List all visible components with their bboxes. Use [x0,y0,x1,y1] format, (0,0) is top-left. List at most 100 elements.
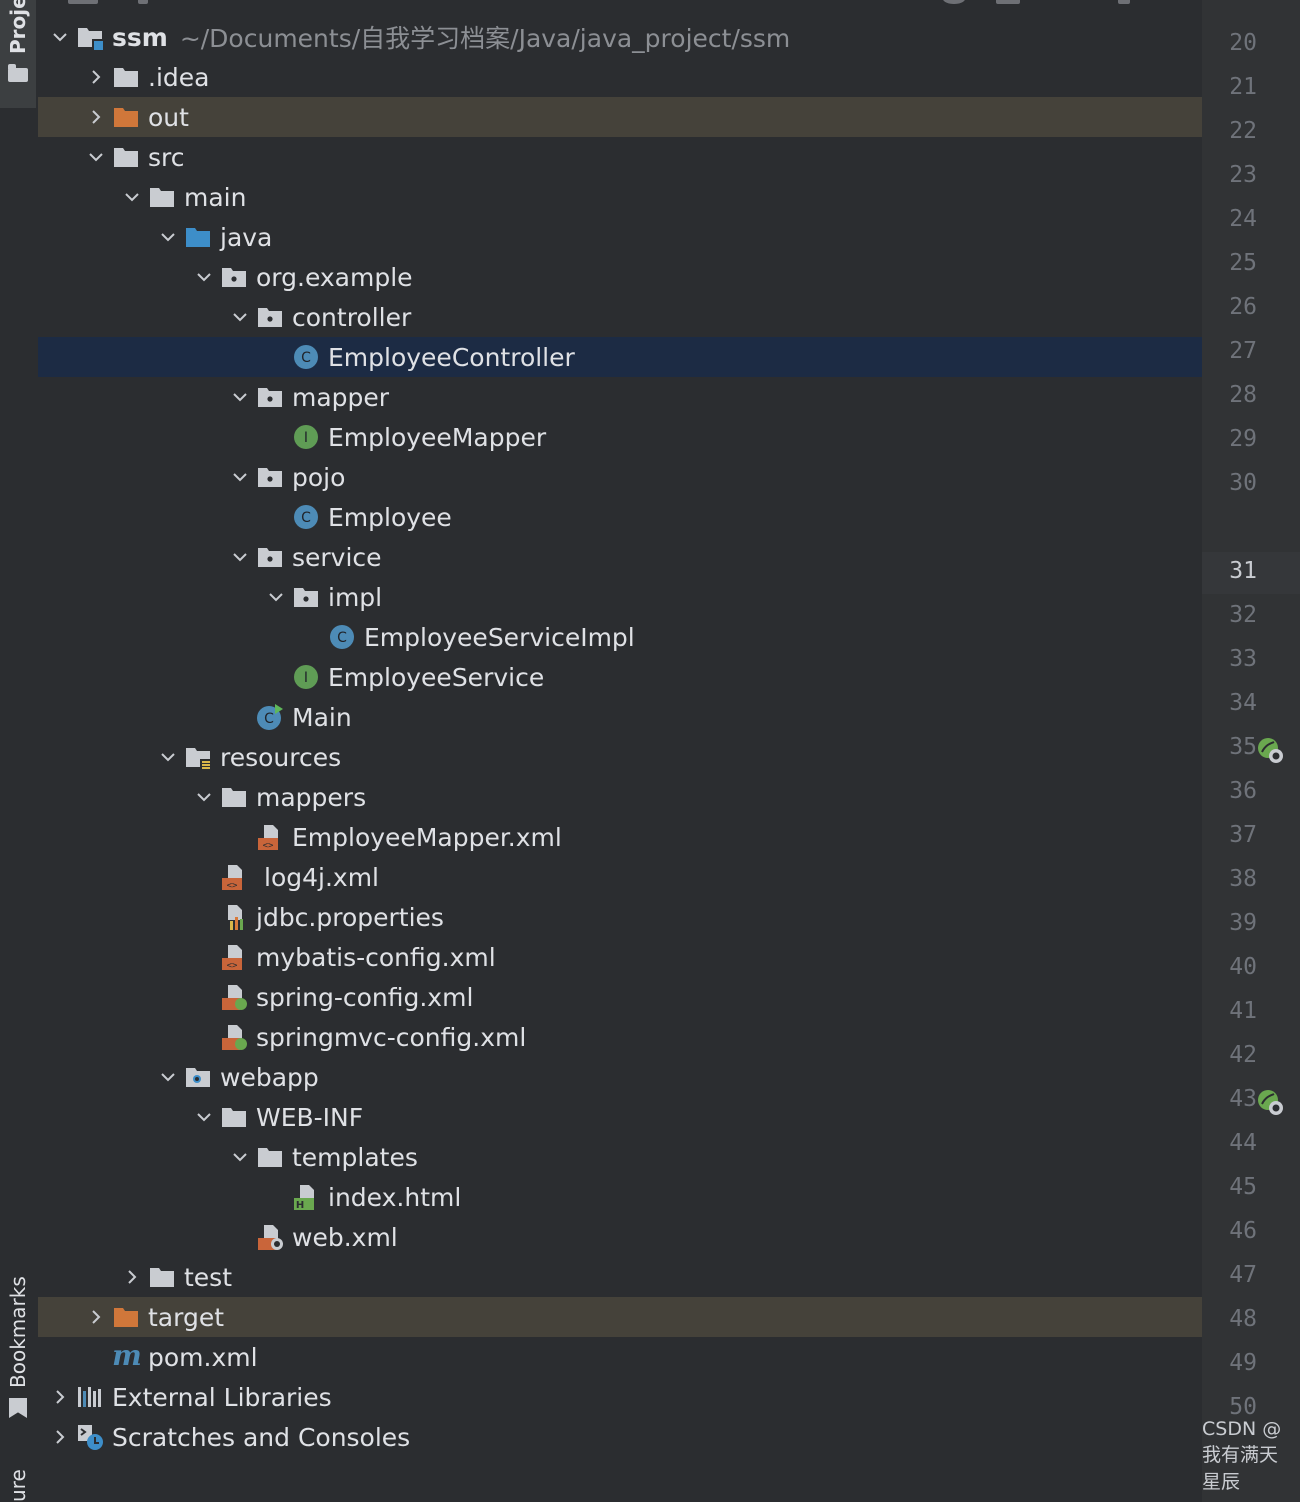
chevron-down-icon[interactable] [192,1097,216,1137]
line-number: 22 [1229,118,1257,144]
scratches-icon [76,1423,104,1451]
line-number: 28 [1229,382,1257,408]
chevron-right-icon[interactable] [48,1377,72,1417]
tree-row[interactable]: java [38,217,1202,257]
bookmark-icon [9,1398,27,1418]
tree-item-label: pom.xml [148,1342,258,1372]
properties-file-icon [220,903,248,931]
interface-icon: I [292,423,320,451]
line-number: 40 [1229,954,1257,980]
project-tool-tab[interactable]: Proje [0,0,36,108]
project-tree[interactable]: ssm ~/Documents/自我学习档案/Java/java_project/… [38,0,1202,1502]
tree-row[interactable]: .idea [38,57,1202,97]
chevron-down-icon[interactable] [84,137,108,177]
tree-row[interactable]: mapper [38,377,1202,417]
libraries-icon [76,1383,104,1411]
tree-row[interactable]: Scratches and Consoles [38,1417,1202,1457]
chevron-down-icon[interactable] [156,737,180,777]
line-number: 33 [1229,646,1257,672]
structure-tool-tab[interactable]: ure [0,1455,36,1502]
tool-window-stripe: Proje Bookmarks ure [0,0,39,1502]
arrow-spacer [228,1217,252,1257]
tree-row[interactable]: WEB-INF [38,1097,1202,1137]
tree-row[interactable]: C Employee [38,497,1202,537]
tree-row[interactable]: jdbc.properties [38,897,1202,937]
tree-row[interactable]: main [38,177,1202,217]
arrow-spacer [264,417,288,457]
tree-row[interactable]: <> mybatis-config.xml [38,937,1202,977]
spring-bean-gutter-icon[interactable] [1256,1088,1284,1116]
tree-row[interactable]: spring-config.xml [38,977,1202,1017]
chevron-down-icon[interactable] [48,17,72,57]
arrow-spacer [300,617,324,657]
tree-row[interactable]: C EmployeeServiceImpl [38,617,1202,657]
chevron-down-icon[interactable] [228,377,252,417]
chevron-down-icon[interactable] [156,1057,180,1097]
package-icon [256,543,284,571]
tree-item-label: EmployeeMapper [328,422,547,452]
tree-row[interactable]: C EmployeeController [38,337,1202,377]
class-icon: C [292,343,320,371]
tree-row[interactable]: org.example [38,257,1202,297]
chevron-right-icon[interactable] [84,97,108,137]
folder-icon [112,63,140,91]
tree-row[interactable]: web.xml [38,1217,1202,1257]
bookmarks-tool-tab[interactable]: Bookmarks [0,1270,36,1420]
chevron-right-icon[interactable] [84,1297,108,1337]
tree-item-label: log4j.xml [264,862,380,892]
tree-row[interactable]: templates [38,1137,1202,1177]
chevron-down-icon[interactable] [228,297,252,337]
chevron-down-icon[interactable] [120,177,144,217]
folder-icon [220,1103,248,1131]
class-icon: C [328,623,356,651]
tree-row[interactable]: test [38,1257,1202,1297]
tree-row[interactable]: springmvc-config.xml [38,1017,1202,1057]
chevron-down-icon[interactable] [264,577,288,617]
line-number: 46 [1229,1218,1257,1244]
tree-item-label: mappers [256,782,367,812]
package-icon [292,583,320,611]
structure-tab-label: ure [6,1469,30,1502]
tree-row[interactable]: Hindex.html [38,1177,1202,1217]
chevron-down-icon[interactable] [228,537,252,577]
tree-row[interactable]: C Main [38,697,1202,737]
spring-bean-gutter-icon[interactable] [1256,736,1284,764]
tree-item-label: controller [292,302,412,332]
line-number: 35 [1229,734,1257,760]
tree-toolbar [38,0,1202,16]
tree-row[interactable]: mappers [38,777,1202,817]
tree-row[interactable]: service [38,537,1202,577]
tree-root-ssm[interactable]: ssm ~/Documents/自我学习档案/Java/java_project/… [38,17,1202,57]
tree-row[interactable]: resources [38,737,1202,777]
tree-row[interactable]: controller [38,297,1202,337]
line-number: 47 [1229,1262,1257,1288]
tree-row[interactable]: m pom.xml [38,1337,1202,1377]
tree-row[interactable]: <> EmployeeMapper.xml [38,817,1202,857]
tree-row[interactable]: src [38,137,1202,177]
tree-row[interactable]: I EmployeeService [38,657,1202,697]
tree-row[interactable]: target [38,1297,1202,1337]
chevron-right-icon[interactable] [120,1257,144,1297]
tree-row[interactable]: I EmployeeMapper [38,417,1202,457]
chevron-down-icon[interactable] [156,217,180,257]
chevron-right-icon[interactable] [84,57,108,97]
project-folder-icon [8,64,28,82]
tree-row[interactable]: External Libraries [38,1377,1202,1417]
chevron-down-icon[interactable] [192,777,216,817]
tree-row[interactable]: pojo [38,457,1202,497]
tree-row[interactable]: out [38,97,1202,137]
chevron-down-icon[interactable] [192,257,216,297]
spring-xml-icon [220,983,248,1011]
arrow-spacer [192,857,216,897]
tree-row[interactable]: <> log4j.xml [38,857,1202,897]
tree-row[interactable]: impl [38,577,1202,617]
tree-item-label: pojo [292,462,346,492]
tree-item-label: WEB-INF [256,1102,364,1132]
tree-item-label: springmvc-config.xml [256,1022,527,1052]
tree-row[interactable]: webapp [38,1057,1202,1097]
chevron-down-icon[interactable] [228,1137,252,1177]
arrow-spacer [192,937,216,977]
arrow-spacer [228,817,252,857]
chevron-right-icon[interactable] [48,1417,72,1457]
chevron-down-icon[interactable] [228,457,252,497]
